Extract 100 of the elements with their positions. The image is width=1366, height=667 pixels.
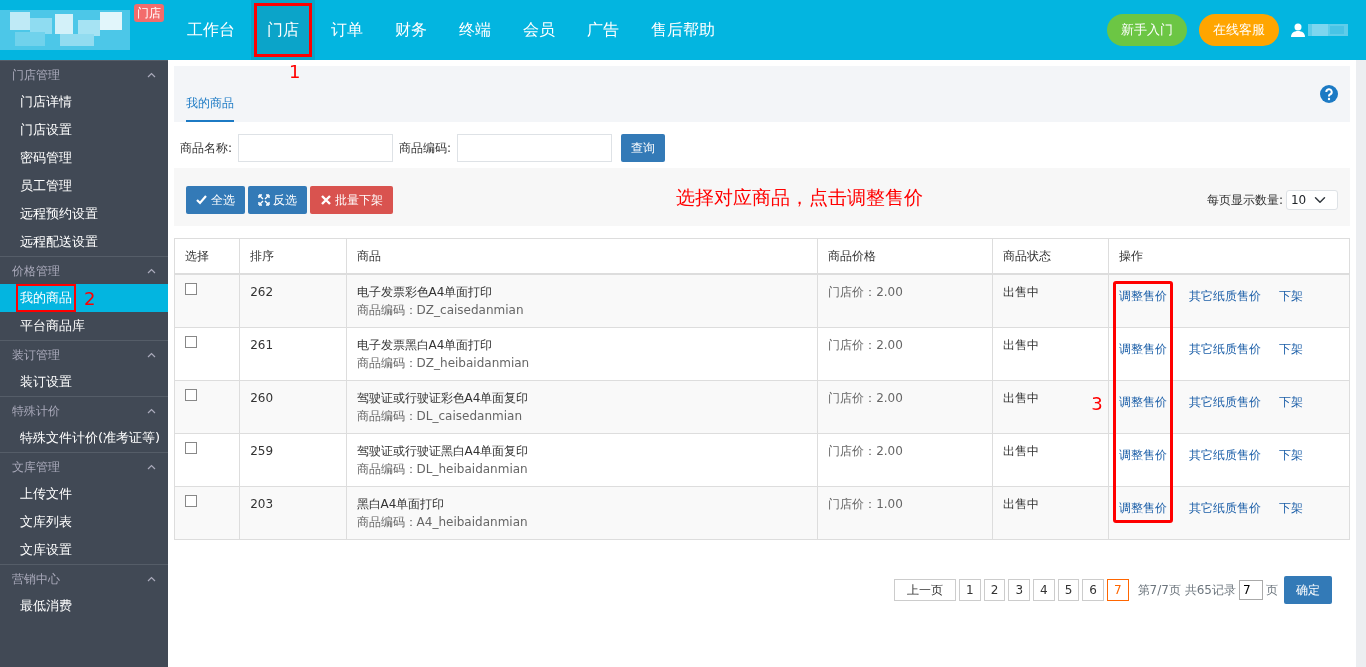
page-input[interactable]: 7: [1239, 580, 1263, 600]
sidebar-item[interactable]: 门店设置: [0, 116, 168, 144]
input-field[interactable]: [238, 134, 394, 162]
table-cell: 203: [239, 486, 347, 540]
section-title: 特殊计价: [12, 402, 60, 420]
section-title: 装订管理: [12, 346, 60, 364]
tab[interactable]: 我的商品: [186, 80, 234, 122]
expand-icon: [258, 194, 270, 206]
sidebar-item[interactable]: 上传文件: [0, 480, 168, 508]
field-label: 商品编码:: [399, 140, 452, 157]
action-link[interactable]: 下架: [1279, 342, 1304, 356]
sidebar-item[interactable]: 文库列表: [0, 508, 168, 536]
action-link[interactable]: 其它纸质售价: [1189, 342, 1262, 356]
action-link[interactable]: 其它纸质售价: [1189, 448, 1262, 462]
instruction-text: 选择对应商品，点击调整售价: [676, 184, 924, 210]
table-cell: 出售中: [992, 274, 1109, 328]
field-label: 每页显示数量:: [1206, 192, 1283, 209]
table-cell: 261: [239, 327, 347, 381]
action-link[interactable]: 下架: [1279, 395, 1304, 409]
checkbox[interactable]: [185, 283, 197, 295]
sidebar-item[interactable]: 密码管理: [0, 144, 168, 172]
table-cell: 260: [239, 380, 347, 434]
sidebar-item[interactable]: 员工管理: [0, 172, 168, 200]
product-name: 驾驶证或行驶证彩色A4单面复印: [356, 390, 530, 407]
input-field[interactable]: [457, 134, 613, 162]
chevron-up-icon[interactable]: [147, 575, 156, 582]
action-link[interactable]: 下架: [1279, 289, 1304, 303]
search-button[interactable]: 查询: [621, 134, 666, 162]
section-title: 价格管理: [12, 262, 60, 280]
sidebar-item[interactable]: 文库设置: [0, 536, 168, 564]
table-cell: 262: [239, 274, 347, 328]
page-button[interactable]: 1: [959, 579, 981, 601]
table-cell: 出售中: [992, 433, 1109, 487]
checkbox[interactable]: [185, 442, 197, 454]
sidebar-item[interactable]: 平台商品库: [0, 312, 168, 340]
callout-number: 3: [1091, 392, 1103, 416]
page-unit: 页: [1266, 582, 1278, 599]
table-cell: 门店价：2.00: [817, 433, 993, 487]
action-link[interactable]: 下架: [1279, 501, 1304, 515]
table-cell: 出售中: [992, 486, 1109, 540]
chevron-up-icon[interactable]: [147, 407, 156, 414]
product-name: 黑白A4单面打印: [356, 496, 446, 513]
checkbox[interactable]: [185, 336, 197, 348]
table-cell: 出售中: [992, 327, 1109, 381]
page-button[interactable]: 4: [1033, 579, 1055, 601]
page-button[interactable]: 2: [983, 579, 1006, 601]
table-cell: 门店价：2.00: [817, 274, 993, 328]
product-code: 商品编码：DZ_caisedanmian: [356, 302, 525, 319]
sidebar-item[interactable]: 装订设置: [0, 368, 168, 396]
field-label: 商品名称:: [180, 140, 233, 157]
help-icon[interactable]: [1320, 85, 1338, 104]
table-cell: 门店价：2.00: [817, 327, 993, 381]
user-icon[interactable]: [1291, 23, 1305, 37]
action-link[interactable]: 下架: [1279, 448, 1304, 462]
table-cell: 259: [239, 433, 347, 487]
confirm-button[interactable]: 确定: [1284, 576, 1332, 604]
toolbar-button[interactable]: 批量下架: [310, 186, 393, 214]
action-link[interactable]: 调整售价: [1119, 342, 1168, 356]
store-badge: 门店: [134, 4, 164, 22]
action-link[interactable]: 调整售价: [1119, 395, 1168, 409]
section-title: 文库管理: [12, 458, 60, 476]
checkbox[interactable]: [185, 495, 197, 507]
table-cell: 门店价：1.00: [817, 486, 993, 540]
chevron-up-icon[interactable]: [147, 71, 156, 78]
product-code: 商品编码：DL_heibaidanmian: [356, 461, 529, 478]
callout-number: 2: [84, 286, 96, 311]
product-code: 商品编码：DZ_heibaidanmian: [356, 355, 531, 372]
sidebar-item[interactable]: 最低消费: [0, 592, 168, 620]
sidebar-item[interactable]: 特殊文件计价(准考证等): [0, 424, 168, 452]
table-cell: 门店价：2.00: [817, 380, 993, 434]
action-link[interactable]: 其它纸质售价: [1189, 501, 1262, 515]
sidebar-item[interactable]: 远程预约设置: [0, 200, 168, 228]
prev-page-button[interactable]: 上一页: [894, 579, 957, 601]
action-link[interactable]: 其它纸质售价: [1189, 395, 1262, 409]
page-info: 第7/7页 共65记录: [1137, 582, 1236, 599]
product-name: 电子发票黑白A4单面打印: [356, 337, 494, 354]
checkbox[interactable]: [185, 389, 197, 401]
check-icon: [196, 194, 208, 206]
section-title: 门店管理: [12, 66, 60, 84]
chevron-up-icon[interactable]: [147, 351, 156, 358]
callout-number: 1: [289, 60, 301, 84]
sidebar-item[interactable]: 门店详情: [0, 88, 168, 116]
sidebar-item[interactable]: 远程配送设置: [0, 228, 168, 256]
page-size-select[interactable]: 10: [1286, 190, 1338, 210]
action-link[interactable]: 其它纸质售价: [1189, 289, 1262, 303]
toolbar-button[interactable]: 反选: [248, 186, 307, 214]
product-name: 电子发票彩色A4单面打印: [356, 284, 494, 301]
page-button[interactable]: 3: [1008, 579, 1031, 601]
action-link[interactable]: 调整售价: [1119, 448, 1168, 462]
action-link[interactable]: 调整售价: [1119, 289, 1168, 303]
chevron-up-icon[interactable]: [147, 463, 156, 470]
product-code: 商品编码：DL_caisedanmian: [356, 408, 523, 425]
action-link[interactable]: 调整售价: [1119, 501, 1168, 515]
page-button[interactable]: 6: [1082, 579, 1104, 601]
toolbar-button[interactable]: 全选: [186, 186, 245, 214]
chevron-up-icon[interactable]: [147, 267, 156, 274]
close-icon: [320, 194, 332, 206]
page-button[interactable]: 5: [1057, 579, 1080, 601]
section-title: 营销中心: [12, 570, 60, 588]
product-code: 商品编码：A4_heibaidanmian: [356, 514, 529, 531]
